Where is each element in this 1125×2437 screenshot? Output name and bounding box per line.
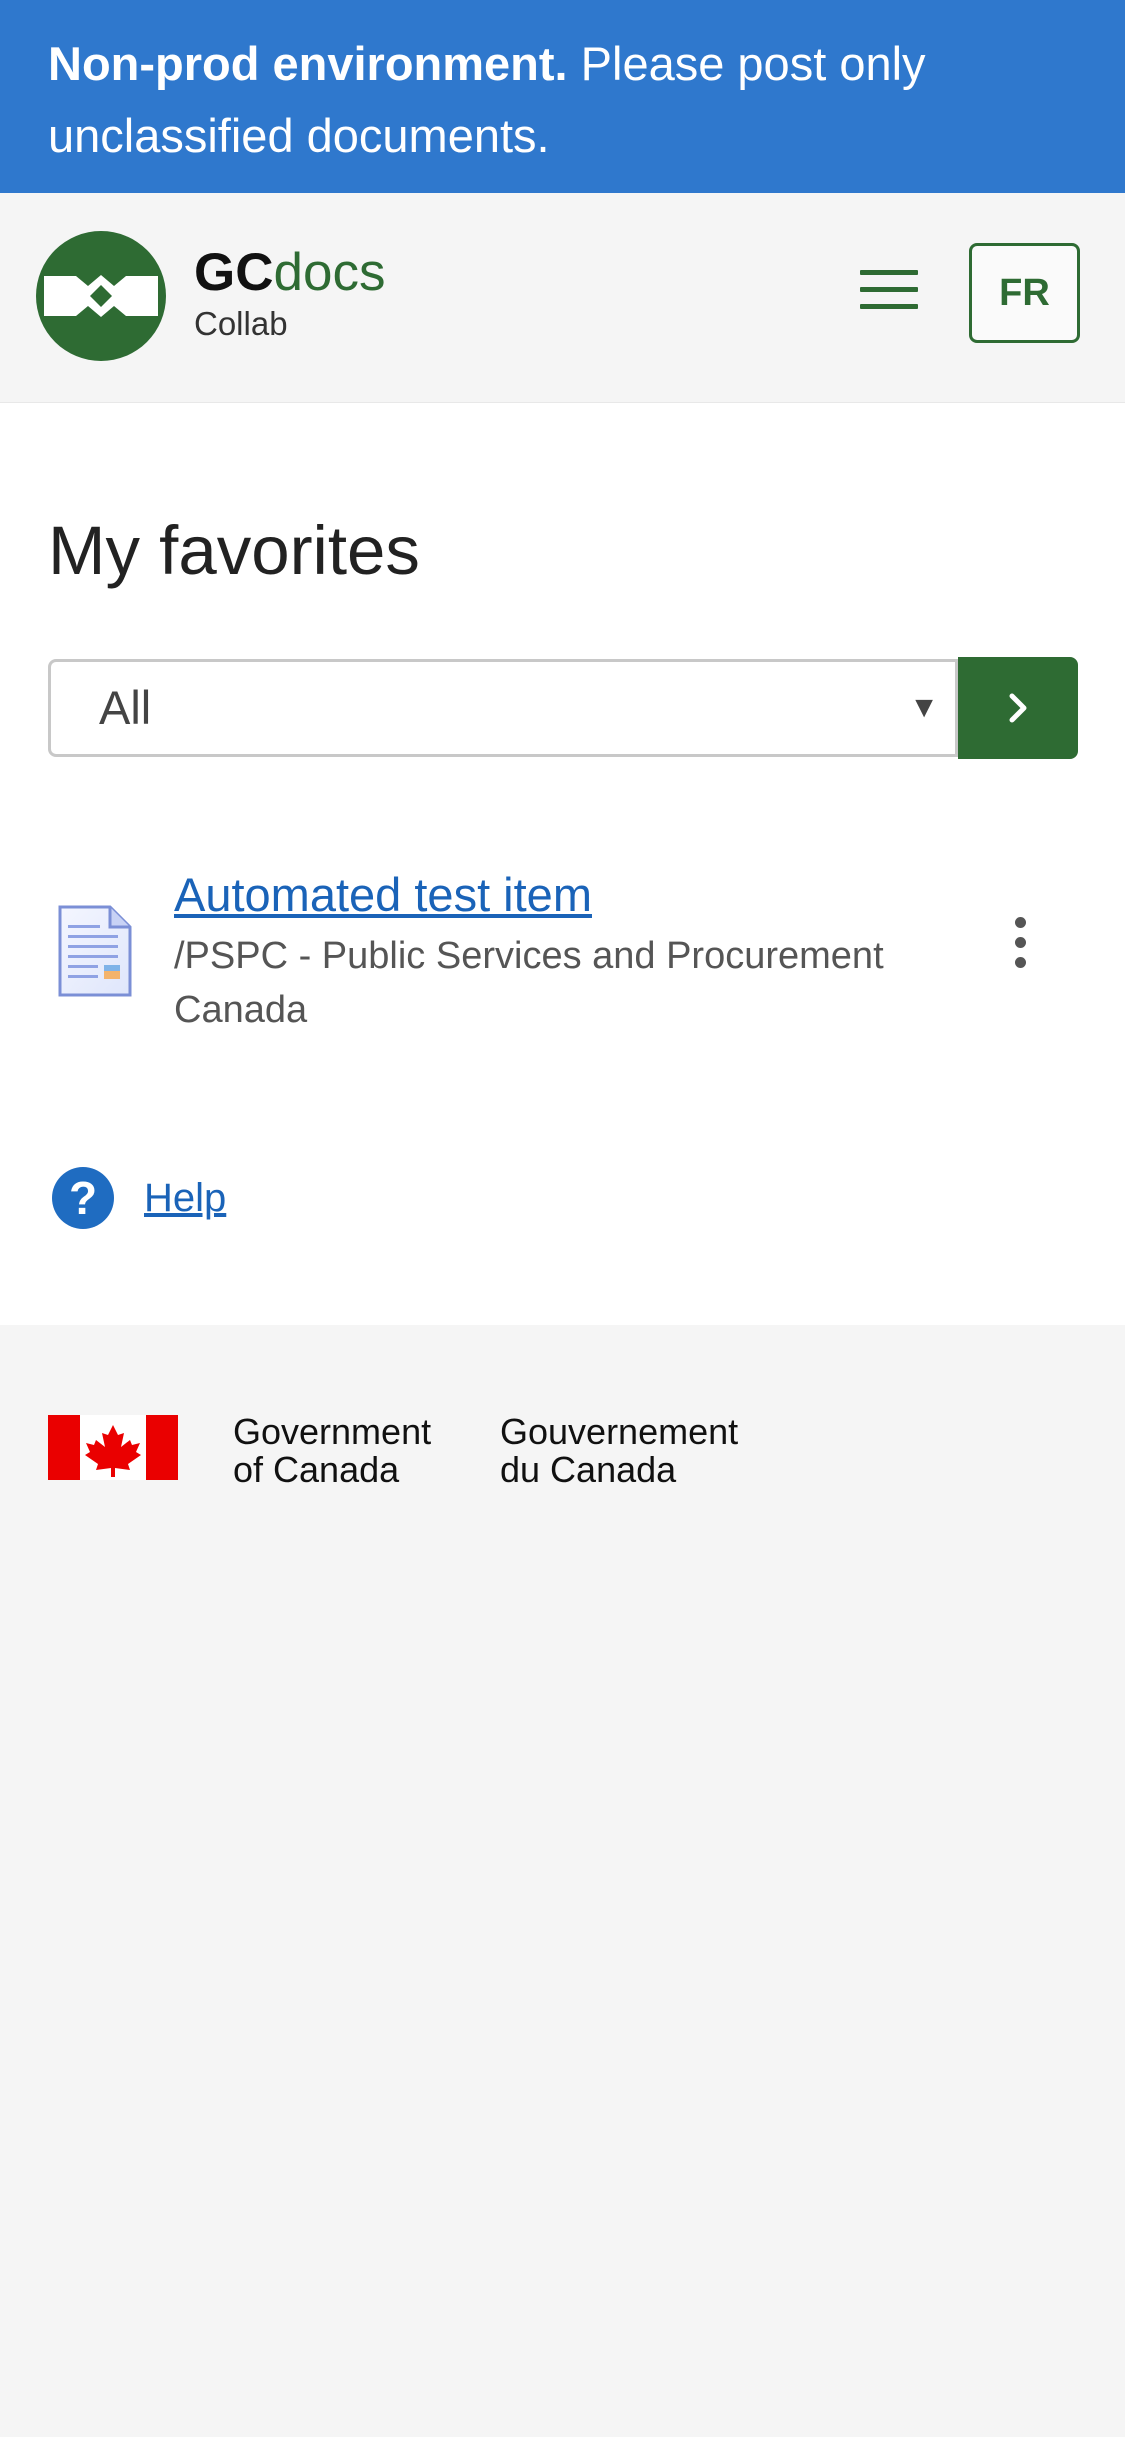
caret-down-icon: ▼ <box>909 691 939 724</box>
brand-name[interactable]: GCdocs Collab <box>194 243 385 343</box>
list-item: Automated test item /PSPC - Public Servi… <box>48 865 1080 1035</box>
banner-text: Please post only <box>567 37 926 90</box>
language-toggle-button[interactable]: FR <box>969 243 1080 343</box>
brand-subtitle: Collab <box>194 305 288 342</box>
gcdocs-logo-icon[interactable] <box>36 231 166 361</box>
favorite-item-path-line1: /PSPC - Public Services and Procurement <box>174 935 884 977</box>
banner-strong-text: Non-prod environment. <box>48 37 568 90</box>
filter-go-button[interactable] <box>958 657 1078 759</box>
banner-text-line2: unclassified documents. <box>48 109 550 162</box>
environment-banner: Non-prod environment. Please post only u… <box>0 0 1125 193</box>
help-icon: ? <box>52 1167 114 1229</box>
site-footer: Government of Canada Gouvernement du Can… <box>0 1325 1125 2437</box>
gouvernement-du-canada-wordmark: Gouvernement du Canada <box>500 1413 738 1489</box>
gov-fr-line1: Gouvernement <box>500 1411 739 1452</box>
gov-fr-line2: du Canada <box>500 1449 677 1490</box>
filter-select[interactable]: All ▼ <box>48 659 958 757</box>
help-row: ? Help <box>52 1163 226 1233</box>
chevron-right-icon <box>1009 693 1027 723</box>
favorite-item-path-line2: Canada <box>174 989 308 1031</box>
document-icon <box>58 905 132 997</box>
favorite-item-path: /PSPC - Public Services and Procurement … <box>174 929 974 1037</box>
government-of-canada-wordmark: Government of Canada <box>233 1413 431 1489</box>
hamburger-menu-icon[interactable] <box>860 270 918 312</box>
filter-selected-value: All <box>99 681 152 734</box>
brand-gc: GC <box>194 243 274 302</box>
canada-flag-icon[interactable] <box>48 1415 178 1480</box>
filter-row: All ▼ <box>48 657 1078 759</box>
gov-en-line1: Government <box>233 1411 432 1452</box>
main-content: My favorites All ▼ Automated test item /… <box>0 403 1125 1325</box>
favorite-item-link[interactable]: Automated test item <box>174 865 592 925</box>
page-title: My favorites <box>48 512 420 589</box>
help-link[interactable]: Help <box>144 1176 226 1221</box>
more-vertical-icon[interactable] <box>1008 917 1032 977</box>
brand-docs: docs <box>273 243 386 302</box>
gov-en-line2: of Canada <box>233 1449 400 1490</box>
site-header: GCdocs Collab FR <box>0 193 1125 403</box>
